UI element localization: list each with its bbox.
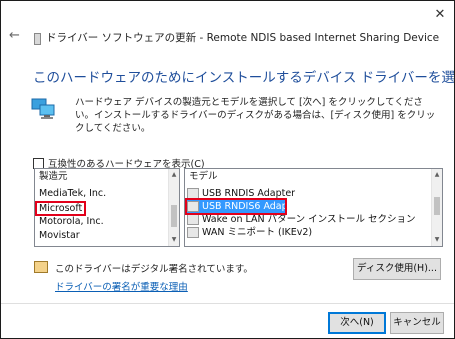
list-item[interactable]: Wake on LAN パターン インストール セクション bbox=[187, 213, 430, 226]
driver-icon bbox=[187, 214, 199, 225]
device-icon bbox=[34, 33, 41, 45]
list-item-label: USB RNDIS6 Adapter bbox=[202, 201, 302, 212]
list-item[interactable]: USB RNDIS Adapter bbox=[187, 187, 430, 200]
back-arrow-icon[interactable]: ← bbox=[9, 29, 23, 43]
next-button[interactable]: 次へ(N) bbox=[328, 312, 386, 334]
list-item-selected[interactable]: Microsoft bbox=[35, 201, 167, 216]
window-title: ドライバー ソフトウェアの更新 - Remote NDIS based Inte… bbox=[46, 32, 440, 44]
driver-icon bbox=[187, 201, 199, 212]
cancel-button[interactable]: キャンセル bbox=[390, 312, 444, 334]
driver-icon bbox=[187, 227, 199, 238]
list-item-label: Microsoft bbox=[35, 201, 87, 216]
model-items: USB RNDIS Adapter USB RNDIS6 Adapter Wak… bbox=[185, 187, 430, 239]
list-item[interactable]: WAN ミニポート (IKEv2) bbox=[187, 226, 430, 239]
list-item[interactable]: Motorola, Inc. bbox=[39, 215, 167, 229]
scroll-thumb[interactable] bbox=[171, 205, 177, 227]
instructions-text: ハードウェア デバイスの製造元とモデルを選択して [次へ] をクリックしてくださ… bbox=[75, 97, 436, 134]
list-item-label: Wake on LAN パターン インストール セクション bbox=[202, 214, 416, 225]
footer-divider bbox=[1, 303, 454, 304]
checkbox-box[interactable] bbox=[33, 157, 44, 169]
driver-update-dialog: ✕ ← ドライバー ソフトウェアの更新 - Remote NDIS based … bbox=[0, 0, 455, 339]
manufacturer-items: MediaTek, Inc. Microsoft Motorola, Inc. … bbox=[35, 187, 167, 243]
hardware-icon bbox=[31, 98, 55, 119]
list-item-label: Motorola, Inc. bbox=[39, 216, 104, 227]
signature-status-text: このドライバーはデジタル署名されています。 bbox=[55, 264, 253, 275]
manufacturer-listbox[interactable]: 製造元 MediaTek, Inc. Microsoft Motorola, I… bbox=[34, 168, 180, 247]
driver-icon bbox=[187, 188, 199, 199]
signed-driver-icon bbox=[34, 261, 48, 273]
model-scrollbar[interactable]: ▲ ▼ bbox=[431, 169, 442, 246]
page-heading: このハードウェアのためにインストールするデバイス ドライバーを選択してください。 bbox=[33, 70, 455, 86]
list-item-label: Movistar bbox=[39, 230, 80, 241]
list-item-selected[interactable]: USB RNDIS6 Adapter bbox=[185, 198, 301, 215]
close-button[interactable]: ✕ bbox=[432, 7, 448, 23]
list-item-label: USB RNDIS Adapter bbox=[202, 188, 296, 199]
manufacturer-scrollbar[interactable]: ▲ ▼ bbox=[168, 169, 179, 246]
scroll-up-icon[interactable]: ▲ bbox=[169, 170, 179, 180]
list-item-label: MediaTek, Inc. bbox=[39, 188, 107, 199]
scroll-up-icon[interactable]: ▲ bbox=[432, 170, 442, 180]
list-item[interactable]: Movistar bbox=[39, 229, 167, 243]
have-disk-button[interactable]: ディスク使用(H)... bbox=[353, 258, 441, 280]
manufacturer-column-header: 製造元 bbox=[39, 171, 68, 182]
scroll-down-icon[interactable]: ▼ bbox=[169, 235, 179, 245]
scroll-thumb[interactable] bbox=[434, 197, 440, 215]
signature-info-link[interactable]: ドライバーの署名が重要な理由 bbox=[55, 279, 188, 293]
model-column-header: モデル bbox=[189, 171, 218, 182]
list-item-label: WAN ミニポート (IKEv2) bbox=[202, 227, 313, 238]
scroll-down-icon[interactable]: ▼ bbox=[432, 235, 442, 245]
model-listbox[interactable]: モデル USB RNDIS Adapter USB RNDIS6 Adapter… bbox=[184, 168, 443, 247]
list-item[interactable]: MediaTek, Inc. bbox=[39, 187, 167, 201]
